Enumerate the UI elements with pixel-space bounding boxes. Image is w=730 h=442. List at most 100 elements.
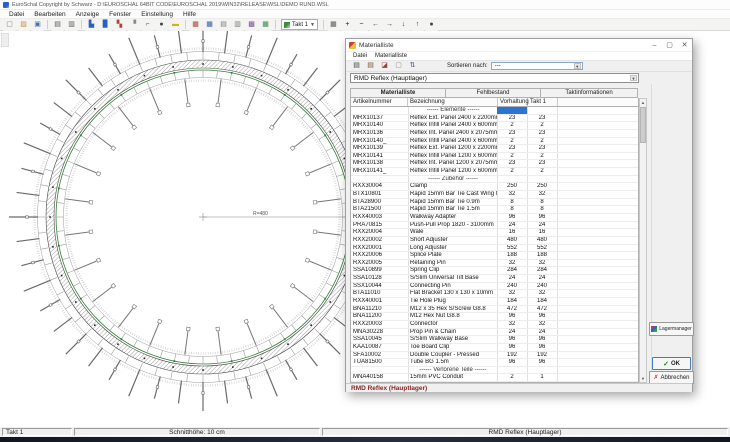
toolbar-button[interactable]: ←	[369, 19, 382, 31]
toolbar-button[interactable]: ▦	[189, 19, 202, 31]
toolbar-button[interactable]: +	[341, 19, 354, 31]
table-row[interactable]: MRX10140_Reflex Infill Panel 2400 x 600m…	[351, 138, 638, 146]
table-row[interactable]: PRA70815Push-Pull Prop 1820 - 3100mm2424	[351, 222, 638, 230]
maximize-button[interactable]: ▢	[662, 39, 677, 51]
table-section-row[interactable]: ------ Verlorene Teile ------	[351, 367, 638, 375]
system-select[interactable]: RMD Reflex (Hauptlager) ▼	[350, 73, 639, 83]
lagermanager-button[interactable]: Lagermanager	[649, 322, 694, 336]
material-table[interactable]: ------ Elemente ------MRX10137Reflex Ext…	[350, 107, 639, 383]
table-row[interactable]: MRX10136Reflex Int. Panel 2400 x 2075mm2…	[351, 130, 638, 138]
dialog-toolbar-button[interactable]: ▤	[364, 60, 377, 72]
tab-taktinformationen[interactable]: Taktinformationen	[540, 88, 638, 98]
toolbar-button[interactable]: −	[355, 19, 368, 31]
table-row[interactable]: BTA11010Flat Bracket 130 x 130 x 10mm323…	[351, 290, 638, 298]
dialog-toolbar-button[interactable]: ▢	[392, 60, 405, 72]
table-row[interactable]: BTA28900Rapid 15mm Bar Tie 0.9m88	[351, 199, 638, 207]
table-row[interactable]: RXX40001Tie Hole Plug184184	[351, 298, 638, 306]
cell-takt1: 192	[527, 352, 557, 359]
toolbar-button[interactable]: ▩	[245, 19, 258, 31]
toolbar-button[interactable]: ⌐	[141, 19, 154, 31]
ok-button[interactable]: ✓ OK	[652, 357, 691, 370]
table-row[interactable]: MRX10141_Reflex Infill Panel 1200 x 600m…	[351, 168, 638, 176]
table-row[interactable]: MRX10139Reflex Ext. Panel 1200 x 2200mm2…	[351, 145, 638, 153]
column-header[interactable]: Takt 1	[528, 98, 558, 106]
toolbar-button[interactable]: ▬	[169, 19, 182, 31]
table-row[interactable]: RXX40003Walkway Adapter9696	[351, 214, 638, 222]
sort-select[interactable]: --- ▼	[491, 62, 583, 70]
toolbar-button[interactable]: ▤	[51, 19, 64, 31]
dialog-title-bar[interactable]: Materialliste – ▢ ✕	[346, 39, 692, 52]
toolbar-button[interactable]: ▦	[327, 19, 340, 31]
toolbar-button[interactable]: ▦	[259, 19, 272, 31]
table-row[interactable]: KAA10087Toe Board Clip9696	[351, 344, 638, 352]
table-row[interactable]: RXX20001Long Adjuster552552	[351, 245, 638, 253]
table-row[interactable]: RXX20002Short Adjuster480480	[351, 237, 638, 245]
menu-item-datei[interactable]: Datei	[4, 11, 29, 18]
table-row[interactable]: SSA10045S/Slim Walkway Base9696	[351, 336, 638, 344]
toolbar-button[interactable]: ▤	[217, 19, 230, 31]
toolbar-button[interactable]: ▙	[85, 19, 98, 31]
cell-artikelnummer: MRX10136	[353, 130, 407, 137]
toolbar-button[interactable]: ↓	[397, 19, 410, 31]
toolbar-button[interactable]: ▉	[99, 19, 112, 31]
toolbar-button[interactable]: ▥	[65, 19, 78, 31]
menu-item-bearbeiten[interactable]: Bearbeiten	[29, 11, 70, 18]
toolbar-button[interactable]: ▚	[113, 19, 126, 31]
toolbar-button[interactable]: ▢	[3, 19, 16, 31]
toolbar-button[interactable]: →	[383, 19, 396, 31]
table-row[interactable]: BNA11210M12 x 35 Hex S/Screw G8.8472472	[351, 306, 638, 314]
toolbar-button[interactable]: ▥	[231, 19, 244, 31]
toolbar-button[interactable]: ●	[155, 19, 168, 31]
tab-materialliste[interactable]: Materialliste	[350, 88, 446, 98]
toolbar-button[interactable]: ▦	[203, 19, 216, 31]
table-row[interactable]: MRX10141Reflex Infill Panel 1200 x 600mm…	[351, 153, 638, 161]
table-row[interactable]: MRX10137Reflex Ext. Panel 2400 x 2200mm2…	[351, 115, 638, 123]
scroll-down-arrow[interactable]: ▼	[640, 375, 646, 382]
column-header[interactable]: Bezeichnung	[408, 98, 498, 106]
dialog-menu-item-materialliste[interactable]: Materialliste	[371, 53, 411, 59]
table-row[interactable]: RXX20003Connector3232	[351, 321, 638, 329]
scrollbar-thumb[interactable]	[640, 107, 646, 143]
table-row[interactable]: SSA10128S/Slim Universal Tilt Base2424	[351, 275, 638, 283]
table-section-row[interactable]: ------ Elemente ------	[351, 107, 638, 115]
toolbar-button[interactable]: ▝	[127, 19, 140, 31]
table-row[interactable]: SSX10044Connecting Pin240240	[351, 283, 638, 291]
table-row[interactable]: TUA81500Tube BG 1.5m9696	[351, 359, 638, 367]
menu-item-anzeige[interactable]: Anzeige	[71, 11, 105, 18]
table-scrollbar[interactable]: ▲ ▼	[639, 98, 647, 383]
table-row[interactable]: SSA10899Spring Clip284284	[351, 267, 638, 275]
close-button[interactable]: ✕	[677, 39, 692, 51]
table-row[interactable]: RXX20006Splice Plate188188	[351, 252, 638, 260]
dialog-menu-item-datei[interactable]: Datei	[349, 53, 371, 59]
toolbar-button[interactable]: ▨	[17, 19, 30, 31]
table-row[interactable]: RXX20004Wale1616	[351, 229, 638, 237]
cell-takt1: 240	[527, 283, 557, 290]
table-row[interactable]: RXX20005Retaining Pin3232	[351, 260, 638, 268]
table-row[interactable]: RXX30004Clamp250250	[351, 183, 638, 191]
toolbar-button[interactable]: ↑	[411, 19, 424, 31]
toolbar-button[interactable]: ●	[425, 19, 438, 31]
takt-select[interactable]: Takt 1 ▼	[281, 19, 318, 30]
table-row[interactable]: BNA11200M12 Hex Nut G8.89696	[351, 313, 638, 321]
table-row[interactable]: BTA21500Rapid 15mm Bar Tie 1.5m88	[351, 206, 638, 214]
scroll-up-arrow[interactable]: ▲	[640, 99, 646, 106]
table-row[interactable]: BTX10801Rapid 15mm Bar Tie Cast Wing Nut…	[351, 191, 638, 199]
table-row[interactable]: MNA4015815mm PVC Conduit21	[351, 374, 638, 382]
table-row[interactable]: MRX10140Reflex Infill Panel 2400 x 600mm…	[351, 122, 638, 130]
table-row[interactable]: MNA30228Prop Pin & Chain2424	[351, 329, 638, 337]
menu-item-fenster[interactable]: Fenster	[104, 11, 136, 18]
menu-item-einstellung[interactable]: Einstellung	[136, 11, 178, 18]
toolbar-button[interactable]: ▣	[31, 19, 44, 31]
table-row[interactable]: SFA10002Double Coupler - Pressed192192	[351, 352, 638, 360]
column-header[interactable]: Vorhaltung	[498, 98, 528, 106]
dialog-toolbar-button[interactable]: ⇅	[406, 60, 419, 72]
tab-fehlbestand[interactable]: Fehlbestand	[445, 88, 541, 98]
menu-item-hilfe[interactable]: Hilfe	[178, 11, 201, 18]
minimize-button[interactable]: –	[647, 39, 662, 51]
cell-artikelnummer: RXX20006	[353, 252, 407, 259]
column-header[interactable]: Artikelnummer	[351, 98, 408, 106]
dialog-toolbar-button[interactable]: ▤	[350, 60, 363, 72]
table-row[interactable]: MRX10138Reflex Int. Panel 1200 x 2075mm2…	[351, 160, 638, 168]
table-section-row[interactable]: ------ Zubehör ------	[351, 176, 638, 184]
dialog-toolbar-button[interactable]: ◪	[378, 60, 391, 72]
